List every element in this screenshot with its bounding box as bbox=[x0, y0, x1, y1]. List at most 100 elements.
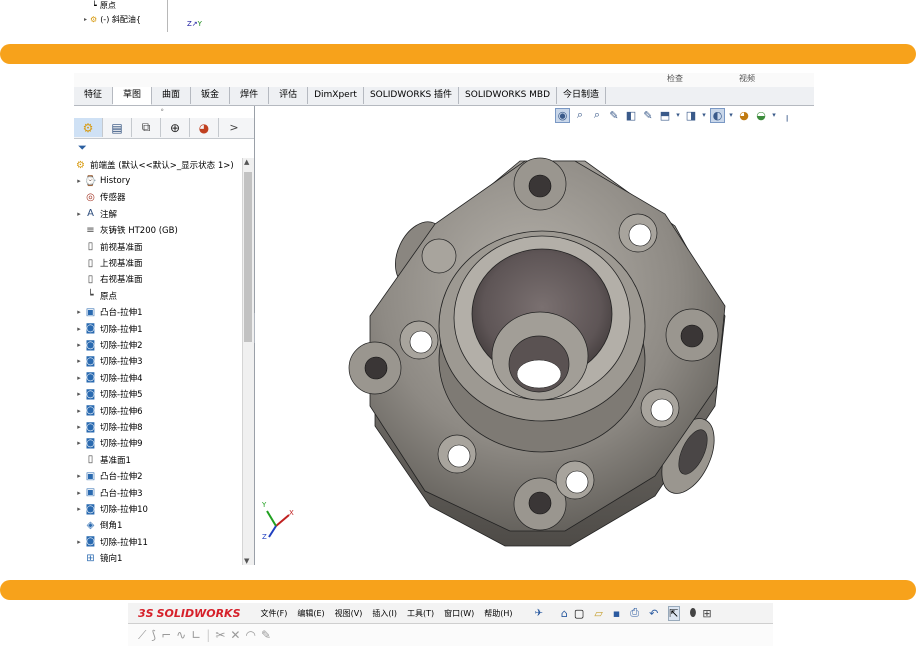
display-manager-icon[interactable]: ◕ bbox=[190, 118, 219, 137]
menu-help[interactable]: 帮助(H) bbox=[484, 608, 512, 619]
tree-item[interactable]: ▸ ◙ 切除-拉伸3 bbox=[74, 354, 142, 368]
expand-arrow-icon[interactable]: ▸ bbox=[74, 308, 84, 316]
tree-item[interactable]: ▸ ▣ 凸台-拉伸3 bbox=[74, 486, 142, 500]
plane-icon: ▯ bbox=[87, 273, 94, 285]
tree-item-part[interactable]: ▸ ⚙ (-) 斜配油{ bbox=[84, 13, 141, 26]
tree-root-label: 前端盖 (默认<<默认>_显示状态 1>) bbox=[90, 161, 234, 171]
tree-item[interactable]: ▯ 右视基准面 bbox=[74, 272, 143, 286]
expand-arrow-icon[interactable]: ▸ bbox=[74, 505, 84, 513]
sketch-cross-icon[interactable]: ✕ bbox=[230, 628, 240, 642]
menu-file[interactable]: 文件(F) bbox=[261, 608, 288, 619]
panel-scrollbar[interactable]: ▲ ▼ bbox=[242, 158, 254, 565]
expand-arrow-icon[interactable]: ▸ bbox=[74, 325, 84, 333]
tab-mbd[interactable]: SOLIDWORKS MBD bbox=[459, 87, 558, 104]
expand-arrow-icon[interactable]: ▸ bbox=[74, 407, 84, 415]
tree-item[interactable]: ▸ A 注解 bbox=[74, 207, 117, 221]
tab-addins[interactable]: SOLIDWORKS 插件 bbox=[364, 87, 460, 104]
dimxpert-icon[interactable]: ⊕ bbox=[161, 118, 190, 137]
tree-item[interactable]: ▯ 基准面1 bbox=[74, 453, 131, 467]
tree-item[interactable]: ◈ 倒角1 bbox=[74, 518, 123, 532]
tree-item[interactable]: ▸ ⌚ History bbox=[74, 174, 130, 188]
tree-item[interactable]: ▸ ◙ 切除-拉伸2 bbox=[74, 338, 142, 352]
tab-dimxpert[interactable]: DimXpert bbox=[308, 87, 364, 104]
tree-item[interactable]: ▯ 上视基准面 bbox=[74, 256, 143, 270]
expand-arrow-icon[interactable]: ▸ bbox=[74, 538, 84, 546]
tree-root[interactable]: ⚙ 前端盖 (默认<<默认>_显示状态 1>) bbox=[74, 158, 234, 172]
tree-item[interactable]: ⊞ 镜向1 bbox=[74, 551, 122, 565]
tab-sheet-metal[interactable]: 钣金 bbox=[191, 87, 231, 104]
scroll-down-icon[interactable]: ▼ bbox=[244, 557, 249, 565]
property-manager-icon[interactable]: ▤ bbox=[103, 118, 132, 137]
expand-arrow-icon[interactable]: ▸ bbox=[74, 177, 84, 185]
new-document-icon[interactable]: ▢ bbox=[574, 607, 584, 620]
pin-icon[interactable]: ✈ bbox=[535, 608, 543, 619]
tab-weldments[interactable]: 焊件 bbox=[230, 87, 270, 104]
tab-sketch[interactable]: 草图 bbox=[113, 87, 153, 105]
expand-arrow-icon[interactable]: ▸ bbox=[74, 423, 84, 431]
tree-item[interactable]: ▸ ◙ 切除-拉伸1 bbox=[74, 322, 142, 336]
sketch-trim-icon[interactable]: ✂ bbox=[215, 628, 225, 642]
open-icon[interactable]: ▱ bbox=[594, 607, 602, 620]
panel-more-button[interactable]: > bbox=[219, 118, 249, 137]
expand-arrow-icon[interactable]: ▸ bbox=[74, 439, 84, 447]
tree-item[interactable]: ▸ ◙ 切除-拉伸5 bbox=[74, 387, 142, 401]
options-icon[interactable]: ⊞ bbox=[702, 607, 711, 620]
tab-features[interactable]: 特征 bbox=[74, 87, 114, 104]
feature-manager-icon[interactable]: ⚙ bbox=[74, 118, 103, 137]
tree-item[interactable]: ▸ ▣ 凸台-拉伸1 bbox=[74, 305, 142, 319]
undo-icon[interactable]: ↶ bbox=[649, 607, 658, 620]
sketch-curve-icon[interactable]: ∿ bbox=[176, 628, 186, 642]
tab-evaluate[interactable]: 评估 bbox=[269, 87, 309, 104]
filter-icon[interactable]: ⏷ bbox=[78, 141, 87, 155]
select-icon[interactable]: ⇱ bbox=[668, 605, 680, 621]
expand-arrow-icon[interactable]: ▸ bbox=[74, 341, 84, 349]
expand-arrow-icon[interactable]: ▸ bbox=[74, 374, 84, 382]
expand-arrow-icon[interactable]: ▸ bbox=[74, 472, 84, 480]
expand-arrow-icon[interactable]: ▸ bbox=[74, 357, 84, 365]
tree-item[interactable]: ▸ ▣ 凸台-拉伸2 bbox=[74, 469, 142, 483]
menu-tools[interactable]: 工具(T) bbox=[407, 608, 434, 619]
print-icon[interactable]: ⎙ bbox=[630, 606, 639, 620]
tree-item[interactable]: ◎ 传感器 bbox=[74, 190, 125, 204]
tree-item[interactable]: ▸ ◙ 切除-拉伸4 bbox=[74, 371, 142, 385]
configuration-manager-icon[interactable]: ⧉ bbox=[132, 118, 161, 137]
part-model[interactable] bbox=[255, 106, 814, 565]
tree-item[interactable]: ▸ ◙ 切除-拉伸11 bbox=[74, 535, 148, 549]
tree-item[interactable]: ≡ 灰铸铁 HT200 (GB) bbox=[74, 223, 177, 237]
sketch-spline-icon[interactable]: ⌐ bbox=[161, 628, 171, 642]
tree-item[interactable]: ▸ ◙ 切除-拉伸6 bbox=[74, 404, 142, 418]
scroll-up-icon[interactable]: ▲ bbox=[244, 158, 249, 166]
menu-insert[interactable]: 插入(I) bbox=[372, 608, 397, 619]
tree-item[interactable]: ▯ 前视基准面 bbox=[74, 240, 143, 254]
graphics-area[interactable]: ◉ ⌕ ⌕ ✎ ◧ ✎ ⬒ ▾ ◨ ▾ ◐ ▾ ◕ ◒ ▾ ╷ X Y Z bbox=[255, 106, 814, 565]
sketch-fillet-icon[interactable]: ◠ bbox=[245, 628, 255, 642]
panel-grip[interactable]: ∘ bbox=[160, 106, 164, 114]
tree-item-label: 前视基准面 bbox=[100, 242, 143, 253]
scrollbar-thumb[interactable] bbox=[244, 172, 252, 342]
menu-window[interactable]: 窗口(W) bbox=[444, 608, 474, 619]
tree-item-label: 切除-拉伸9 bbox=[100, 439, 143, 450]
sketch-pencil-icon[interactable]: ✎ bbox=[261, 628, 271, 642]
rebuild-icon[interactable]: ⬮ bbox=[690, 606, 697, 620]
tab-today-manufacturing[interactable]: 今日制造 bbox=[557, 87, 607, 104]
tree-item-label: 凸台-拉伸2 bbox=[100, 472, 143, 483]
command-manager-top: 检查 视频 bbox=[74, 73, 814, 88]
menu-view[interactable]: 视图(V) bbox=[335, 608, 363, 619]
tree-item[interactable]: ▸ ◙ 切除-拉伸9 bbox=[74, 436, 142, 450]
save-icon[interactable]: ▪ bbox=[613, 607, 620, 620]
expand-arrow-icon[interactable]: ▸ bbox=[74, 390, 84, 398]
home-icon[interactable]: ⌂ bbox=[561, 607, 568, 620]
tree-item[interactable]: ▸ ◙ 切除-拉伸8 bbox=[74, 420, 142, 434]
tab-surfaces[interactable]: 曲面 bbox=[152, 87, 192, 104]
tree-item[interactable]: ┕ 原点 bbox=[74, 289, 117, 303]
sketch-arc-icon[interactable]: ⟆ bbox=[151, 628, 156, 642]
expand-arrow-icon[interactable]: ▸ bbox=[74, 210, 84, 218]
sketch-corner-icon[interactable]: ∟ bbox=[191, 628, 201, 642]
sketch-line-icon[interactable]: ⟋ bbox=[138, 628, 146, 643]
tree-item[interactable]: ▸ ◙ 切除-拉伸10 bbox=[74, 502, 148, 516]
tree-item-origin[interactable]: ┕ 原点 bbox=[92, 0, 116, 12]
menu-edit[interactable]: 编辑(E) bbox=[297, 608, 324, 619]
material-icon: ≡ bbox=[86, 224, 95, 236]
expand-arrow-icon[interactable]: ▸ bbox=[74, 489, 84, 497]
ds-logo: 3S bbox=[138, 606, 154, 620]
